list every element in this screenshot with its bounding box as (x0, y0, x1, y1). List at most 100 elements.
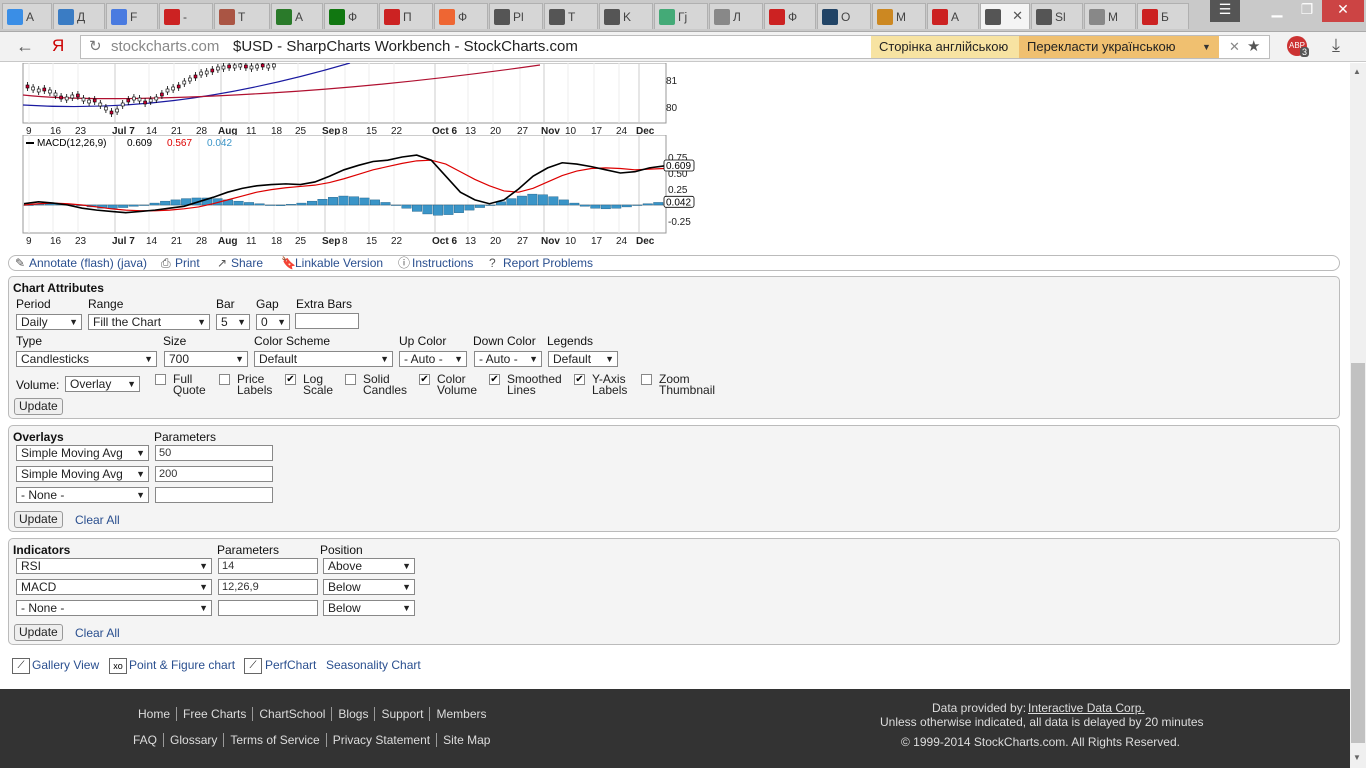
browser-tab[interactable]: M (1084, 3, 1136, 29)
browser-tab[interactable]: A (2, 3, 52, 29)
tab-close-icon[interactable]: ✕ (1012, 8, 1023, 24)
footer-link[interactable]: Site Map (443, 733, 496, 747)
indicators-update-button[interactable]: Update (14, 624, 63, 641)
indicators-clear-all-link[interactable]: Clear All (75, 626, 120, 640)
page-scrollbar[interactable]: ▲ ▼ (1350, 63, 1366, 768)
maximize-icon[interactable]: ❐ (1292, 0, 1322, 22)
footer-link[interactable]: Blogs (338, 707, 376, 721)
action-link[interactable]: Share (231, 256, 263, 270)
indicator-1-position[interactable]: Above (323, 558, 415, 574)
size-select[interactable]: 700 (164, 351, 248, 367)
browser-tab[interactable]: F (106, 3, 158, 29)
back-icon[interactable]: ← (16, 36, 34, 57)
overlays-update-button[interactable]: Update (14, 511, 63, 528)
range-select[interactable]: Fill the Chart (88, 314, 210, 330)
browser-tab[interactable]: Ф (324, 3, 378, 29)
browser-tab[interactable]: A (271, 3, 323, 29)
color-scheme-select[interactable]: Default (254, 351, 393, 367)
footer-link[interactable]: Privacy Statement (332, 733, 438, 747)
checkbox[interactable] (155, 374, 166, 385)
browser-tab[interactable]: - (159, 3, 213, 29)
indicator-3-position[interactable]: Below (323, 600, 415, 616)
overlay-2-select[interactable]: Simple Moving Avg (16, 466, 149, 482)
scroll-up-icon[interactable]: ▲ (1353, 67, 1361, 76)
address-bar[interactable]: ↻ stockcharts.com $USD - SharpCharts Wor… (80, 35, 1270, 59)
overlay-1-param[interactable]: 50 (155, 445, 273, 461)
gallery-view-link[interactable]: Gallery View (32, 658, 99, 672)
downloads-icon[interactable]: ⤓ (1332, 35, 1340, 56)
point-figure-link[interactable]: Point & Figure chart (129, 658, 235, 672)
translate-to-button[interactable]: Перекласти українською (1019, 36, 1194, 58)
browser-tab[interactable]: T (544, 3, 598, 29)
data-provider-link[interactable]: Interactive Data Corp. (1028, 701, 1145, 715)
browser-tab[interactable]: Б (1137, 3, 1189, 29)
browser-tab[interactable]: O (817, 3, 871, 29)
minimize-icon[interactable]: ▁ (1262, 0, 1292, 22)
footer-link[interactable]: Free Charts (183, 707, 254, 721)
checkbox[interactable]: ✔ (489, 374, 500, 385)
indicator-2-position[interactable]: Below (323, 579, 415, 595)
browser-tab[interactable]: Ф (434, 3, 488, 29)
browser-tab[interactable]: Л (709, 3, 763, 29)
browser-tab[interactable]: П (379, 3, 433, 29)
scrollbar-thumb[interactable] (1351, 363, 1365, 743)
browser-tab[interactable]: Гј (654, 3, 708, 29)
indicator-2-param[interactable]: 12,26,9 (218, 579, 318, 595)
footer-link[interactable]: Terms of Service (230, 733, 327, 747)
perfchart-link[interactable]: PerfChart (265, 658, 316, 672)
browser-tab[interactable]: A (927, 3, 979, 29)
gap-select[interactable]: 0 (256, 314, 290, 330)
checkbox[interactable] (345, 374, 356, 385)
browser-tab[interactable]: M (872, 3, 926, 29)
browser-tab[interactable]: Ф (764, 3, 816, 29)
footer-link[interactable]: ChartSchool (259, 707, 333, 721)
indicator-2-select[interactable]: MACD (16, 579, 212, 595)
browser-tab[interactable]: ✕ (980, 3, 1030, 29)
legends-select[interactable]: Default (548, 351, 618, 367)
footer-link[interactable]: Members (436, 707, 492, 721)
translate-page-button[interactable]: Сторінка англійською (871, 36, 1019, 58)
checkbox[interactable] (219, 374, 230, 385)
overlay-3-param[interactable] (155, 487, 273, 503)
browser-tab[interactable]: Pl (489, 3, 543, 29)
footer-link[interactable]: Home (138, 707, 178, 721)
browser-menu-icon[interactable]: ☰ (1210, 0, 1240, 22)
volume-select[interactable]: Overlay (65, 376, 140, 392)
indicator-1-param[interactable]: 14 (218, 558, 318, 574)
up-color-select[interactable]: - Auto - (399, 351, 467, 367)
overlays-clear-all-link[interactable]: Clear All (75, 513, 120, 527)
overlay-2-param[interactable]: 200 (155, 466, 273, 482)
overlay-3-select[interactable]: - None - (16, 487, 149, 503)
seasonality-link[interactable]: Seasonality Chart (326, 658, 421, 672)
action-link[interactable]: Linkable Version (295, 256, 383, 270)
browser-tab[interactable]: K (599, 3, 653, 29)
yandex-icon[interactable]: Я (52, 36, 64, 56)
translate-dropdown-icon[interactable]: ▼ (1194, 36, 1219, 58)
attributes-update-button[interactable]: Update (14, 398, 63, 415)
browser-tab[interactable]: Sl (1031, 3, 1083, 29)
checkbox[interactable]: ✔ (285, 374, 296, 385)
checkbox[interactable]: ✔ (419, 374, 430, 385)
close-window-icon[interactable]: ✕ (1322, 0, 1364, 22)
footer-link[interactable]: Glossary (170, 733, 225, 747)
action-link[interactable]: Report Problems (503, 256, 593, 270)
reload-icon[interactable]: ↻ (89, 36, 102, 58)
extra-bars-input[interactable] (295, 313, 359, 329)
action-link[interactable]: Annotate (flash) (java) (29, 256, 147, 270)
scroll-down-icon[interactable]: ▼ (1353, 753, 1361, 762)
overlay-1-select[interactable]: Simple Moving Avg (16, 445, 149, 461)
checkbox[interactable]: ✔ (574, 374, 585, 385)
period-select[interactable]: Daily (16, 314, 82, 330)
action-link[interactable]: Instructions (412, 256, 473, 270)
action-link[interactable]: Print (175, 256, 200, 270)
indicator-3-select[interactable]: - None - (16, 600, 212, 616)
browser-tab[interactable]: T (214, 3, 270, 29)
checkbox[interactable] (641, 374, 652, 385)
footer-link[interactable]: FAQ (133, 733, 165, 747)
footer-link[interactable]: Support (381, 707, 431, 721)
indicator-1-select[interactable]: RSI (16, 558, 212, 574)
bar-select[interactable]: 5 (216, 314, 250, 330)
type-select[interactable]: Candlesticks (16, 351, 157, 367)
bookmark-star-icon[interactable]: ★ (1239, 36, 1261, 58)
indicator-3-param[interactable] (218, 600, 318, 616)
